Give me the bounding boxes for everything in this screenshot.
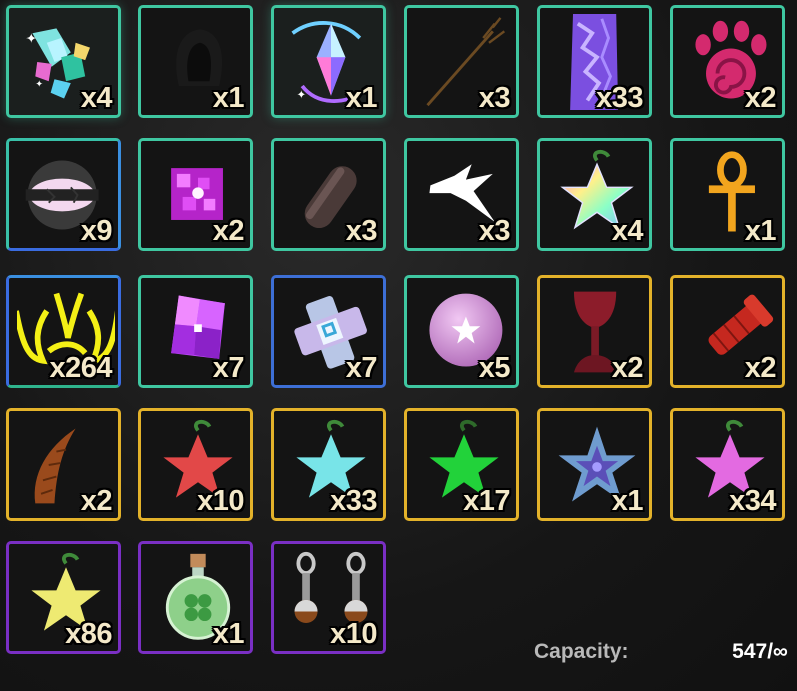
item-count: x33 [330, 485, 377, 517]
inventory-grid: ✦ ✦ x4 x1 ✦ x1 x3 x33 x2 x9 x2 x3 x3 x4 … [0, 0, 797, 691]
inventory-slot-18[interactable]: x2 [670, 275, 785, 388]
capacity-value: 547/∞ [732, 640, 788, 663]
inventory-slot-5[interactable]: x33 [537, 5, 652, 118]
capacity-label: Capacity: [534, 640, 629, 663]
inventory-slot-3[interactable]: ✦ x1 [271, 5, 386, 118]
item-count: x1 [212, 618, 245, 650]
inventory-slot-10[interactable]: x3 [404, 138, 519, 251]
item-count: x33 [596, 82, 643, 114]
inventory-slot-23[interactable]: x1 [537, 408, 652, 521]
inventory-slot-12[interactable]: x1 [670, 138, 785, 251]
item-count: x7 [345, 352, 378, 384]
inventory-slot-2[interactable]: x1 [138, 5, 253, 118]
inventory-slot-26[interactable]: x1 [138, 541, 253, 654]
item-count: x264 [49, 352, 112, 384]
inventory-slot-20[interactable]: x10 [138, 408, 253, 521]
item-count: x3 [478, 82, 511, 114]
item-count: x34 [729, 485, 776, 517]
item-count: x4 [611, 215, 644, 247]
inventory-slot-21[interactable]: x33 [271, 408, 386, 521]
inventory-slot-25[interactable]: x86 [6, 541, 121, 654]
item-count: x7 [212, 352, 245, 384]
item-count: x9 [80, 215, 113, 247]
item-count: x2 [744, 82, 777, 114]
item-count: x2 [611, 352, 644, 384]
item-count: x4 [80, 82, 113, 114]
item-count: x3 [478, 215, 511, 247]
item-count: x3 [345, 215, 378, 247]
inventory-slot-19[interactable]: x2 [6, 408, 121, 521]
item-count: x2 [212, 215, 245, 247]
inventory-slot-1[interactable]: ✦ ✦ x4 [6, 5, 121, 118]
item-count: x86 [65, 618, 112, 650]
inventory-slot-14[interactable]: x7 [138, 275, 253, 388]
item-count: x1 [611, 485, 644, 517]
svg-text:✦: ✦ [35, 79, 43, 90]
inventory-slot-13[interactable]: x264 [6, 275, 121, 388]
item-count: x17 [463, 485, 510, 517]
inventory-slot-27[interactable]: x10 [271, 541, 386, 654]
inventory-slot-15[interactable]: x7 [271, 275, 386, 388]
item-count: x2 [80, 485, 113, 517]
item-count: x1 [345, 82, 378, 114]
inventory-slot-9[interactable]: x3 [271, 138, 386, 251]
inventory-slot-8[interactable]: x2 [138, 138, 253, 251]
item-count: x10 [330, 618, 377, 650]
item-count: x1 [212, 82, 245, 114]
inventory-slot-7[interactable]: x9 [6, 138, 121, 251]
svg-text:✦: ✦ [296, 89, 306, 101]
inventory-slot-11[interactable]: x4 [537, 138, 652, 251]
item-count: x10 [197, 485, 244, 517]
inventory-slot-4[interactable]: x3 [404, 5, 519, 118]
item-count: x2 [744, 352, 777, 384]
inventory-slot-16[interactable]: x5 [404, 275, 519, 388]
item-count: x5 [478, 352, 511, 384]
inventory-slot-24[interactable]: x34 [670, 408, 785, 521]
inventory-slot-22[interactable]: x17 [404, 408, 519, 521]
svg-text:✦: ✦ [26, 31, 37, 46]
inventory-slot-17[interactable]: x2 [537, 275, 652, 388]
inventory-slot-6[interactable]: x2 [670, 5, 785, 118]
item-count: x1 [744, 215, 777, 247]
